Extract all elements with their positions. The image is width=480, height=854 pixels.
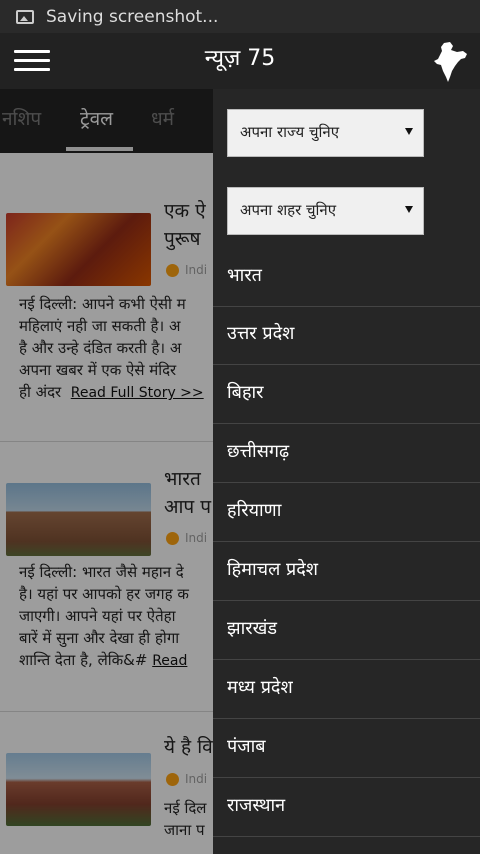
- dropdown-arrow-icon: [405, 128, 413, 135]
- state-item-bharat[interactable]: भारत: [213, 249, 480, 307]
- location-drawer: अपना राज्य चुनिए अपना शहर चुनिए भारत उत्…: [213, 89, 480, 854]
- app-title: न्यूज़ 75: [204, 46, 276, 71]
- state-item-haryana[interactable]: हरियाणा: [213, 484, 480, 542]
- state-item-himachal-pradesh[interactable]: हिमाचल प्रदेश: [213, 543, 480, 601]
- image-icon: [16, 9, 34, 24]
- state-item-madhya-pradesh[interactable]: मध्य प्रदेश: [213, 661, 480, 719]
- dropdown-arrow-icon: [405, 206, 413, 213]
- state-item-punjab[interactable]: पंजाब: [213, 720, 480, 778]
- india-map-icon[interactable]: [430, 41, 470, 83]
- state-item-jharkhand[interactable]: झारखंड: [213, 602, 480, 660]
- state-item-rajasthan[interactable]: राजस्थान: [213, 779, 480, 837]
- state-item-bihar[interactable]: बिहार: [213, 366, 480, 424]
- state-item-chhattisgarh[interactable]: छत्तीसगढ़: [213, 425, 480, 483]
- hamburger-menu-icon[interactable]: [12, 44, 52, 78]
- city-select[interactable]: अपना शहर चुनिए: [227, 187, 424, 235]
- state-item-uttar-pradesh[interactable]: उत्तर प्रदेश: [213, 307, 480, 365]
- status-bar: Saving screenshot...: [0, 0, 480, 33]
- status-text: Saving screenshot...: [46, 6, 219, 27]
- state-select[interactable]: अपना राज्य चुनिए: [227, 109, 424, 157]
- app-bar: न्यूज़ 75: [0, 33, 480, 89]
